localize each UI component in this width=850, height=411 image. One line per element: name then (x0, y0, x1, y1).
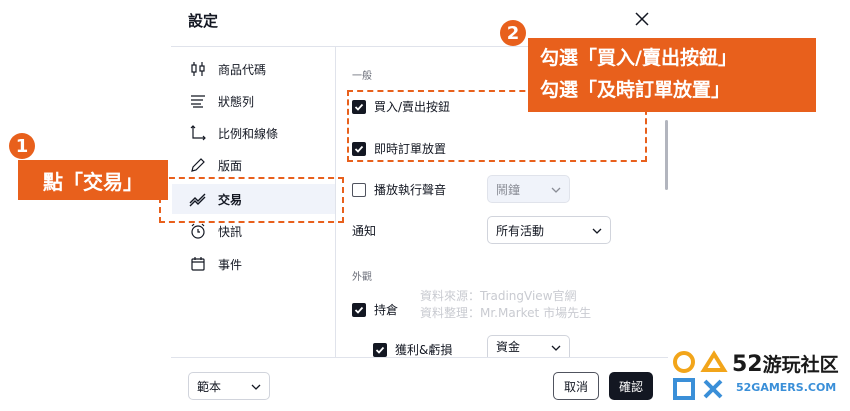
scale-lines-icon (188, 123, 208, 143)
pnl-label: 獲利&虧損 (395, 343, 453, 357)
brand-text: 游玩社区 (762, 354, 839, 376)
positions-row[interactable]: 持倉 (352, 301, 398, 318)
cancel-button[interactable]: 取消 (553, 372, 599, 400)
pnl-row[interactable]: 獲利&虧損 (373, 341, 452, 358)
sidebar-item-label: 狀態列 (218, 94, 255, 109)
calendar-icon (188, 254, 208, 274)
step-badge-1: 1 (9, 133, 35, 159)
dialog-title: 設定 (188, 12, 219, 30)
callout-line-1: 勾選「買入/賣出按鈕」 (540, 47, 737, 69)
sidebar-item-symbol[interactable]: 商品代碼 (188, 55, 266, 83)
callout-click-trading: 點「交易」 (18, 160, 168, 200)
sidebar-item-canvas[interactable]: 版面 (188, 151, 242, 179)
template-select[interactable]: 範本 (188, 372, 270, 400)
play-sound-row[interactable]: 播放執行聲音 (352, 181, 446, 198)
sound-select[interactable]: 鬧鐘 (487, 175, 570, 203)
trading-highlight-box (159, 177, 344, 223)
notifications-row: 通知 (352, 222, 376, 239)
chevron-down-icon (551, 182, 561, 196)
general-section-label: 一般 (352, 71, 372, 82)
editor-watermark: 資料整理：Mr.Market 市場先生 (420, 306, 592, 320)
template-select-value: 範本 (197, 379, 222, 394)
brand-name: 52游玩社区 (732, 350, 839, 377)
appearance-section-label: 外觀 (352, 272, 372, 283)
play-sound-label: 播放執行聲音 (374, 183, 447, 197)
source-watermark: 資料來源：TradingView官網 (420, 289, 577, 303)
sidebar-item-events[interactable]: 事件 (188, 250, 242, 278)
step-badge-2: 2 (500, 20, 526, 46)
sidebar-item-status-line[interactable]: 狀態列 (188, 87, 254, 115)
close-icon[interactable] (632, 9, 652, 29)
ok-button[interactable]: 確認 (609, 372, 653, 400)
sidebar-item-label: 快訊 (218, 224, 243, 239)
status-line-icon (188, 91, 208, 111)
positions-checkbox[interactable] (352, 302, 366, 317)
chevron-down-icon (551, 340, 561, 354)
sidebar-item-label: 比例和線條 (218, 126, 279, 141)
callout-check-boxes: 勾選「買入/賣出按鈕」 勾選「及時訂單放置」 (528, 38, 816, 112)
alarm-clock-icon (188, 221, 208, 241)
pencil-icon (188, 155, 208, 175)
sidebar-item-label: 商品代碼 (218, 62, 267, 77)
brand-number: 52 (732, 352, 763, 377)
sidebar-item-scales[interactable]: 比例和線條 (188, 119, 278, 147)
sidebar-item-label: 版面 (218, 158, 243, 173)
notifications-label: 通知 (352, 224, 377, 238)
sidebar-item-label: 事件 (218, 257, 243, 272)
notifications-select[interactable]: 所有活動 (487, 216, 611, 244)
chevron-down-icon (592, 223, 602, 237)
candlestick-icon (188, 59, 208, 79)
pnl-checkbox[interactable] (373, 342, 387, 357)
sound-select-value: 鬧鐘 (496, 182, 521, 197)
callout-line-2: 勾選「及時訂單放置」 (540, 79, 731, 101)
notifications-select-value: 所有活動 (496, 223, 545, 238)
chevron-down-icon (251, 379, 261, 393)
brand-logo-icon (672, 348, 728, 404)
pnl-select-value: 資金 (496, 340, 521, 354)
pnl-select[interactable]: 資金 (487, 335, 570, 357)
positions-label: 持倉 (374, 303, 399, 317)
brand-url: 52GAMERS.COM (736, 381, 837, 394)
play-sound-checkbox[interactable] (352, 182, 366, 197)
scrollbar[interactable] (665, 120, 668, 190)
